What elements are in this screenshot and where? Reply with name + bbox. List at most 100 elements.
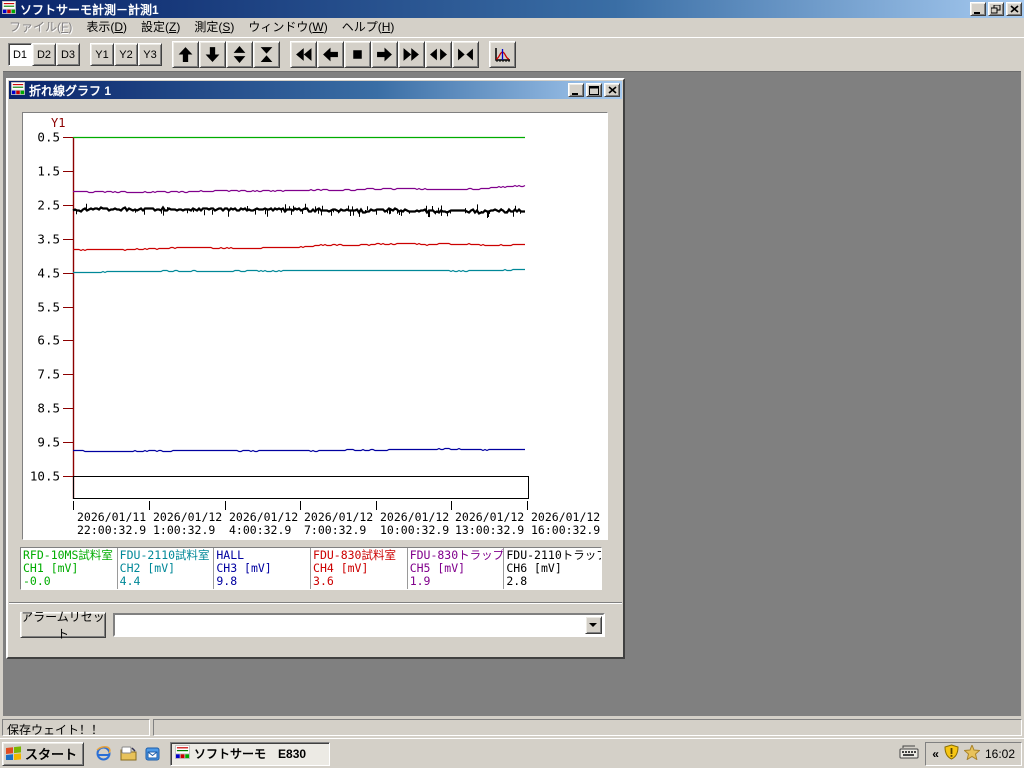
toolbar-group: Y1Y2Y3 bbox=[90, 43, 162, 66]
graph-maximize-button[interactable] bbox=[586, 83, 602, 97]
app-icon bbox=[175, 745, 190, 762]
y-tick-label: 9.5 bbox=[37, 435, 60, 450]
toolbar-expand-vertical-icon[interactable] bbox=[226, 41, 253, 68]
menu-h[interactable]: ヘルプ(H) bbox=[335, 17, 402, 36]
toolbar-move-down-icon[interactable] bbox=[199, 41, 226, 68]
y-tick-label: 2.5 bbox=[37, 198, 60, 213]
channel-value: -0.0 bbox=[23, 575, 115, 588]
x-tick-date: 2026/01/12 bbox=[304, 510, 373, 524]
toolbar-step-left-icon[interactable] bbox=[317, 41, 344, 68]
toolbar-stop-icon[interactable] bbox=[344, 41, 371, 68]
toolbar-button-y1[interactable]: Y1 bbox=[90, 43, 114, 66]
quick-launch bbox=[94, 745, 162, 763]
status-message: 保存ウェイト！！ bbox=[7, 723, 103, 736]
channel-legend: RFD-10MS試料室CH1 [mV]-0.0FDU-2110試料室CH2 [m… bbox=[20, 547, 602, 590]
x-tick-date: 2026/01/12 bbox=[153, 510, 222, 524]
legend-channel-6: FDU-2110トラップCH6 [mV]2.8 bbox=[504, 548, 601, 589]
toolbar-button-d1[interactable]: D1 bbox=[8, 43, 32, 66]
x-tick-time: 22:00:32.9 bbox=[77, 523, 146, 537]
toolbar-step-right-icon[interactable] bbox=[371, 41, 398, 68]
combobox-dropdown-button[interactable] bbox=[585, 616, 602, 634]
taskbar-app-button[interactable]: ソフトサーモ E830 bbox=[170, 742, 330, 766]
toolbar-group: D1D2D3 bbox=[8, 43, 80, 66]
alarm-reset-button[interactable]: アラームリセット bbox=[20, 612, 106, 638]
x-tick-time: 4:00:32.9 bbox=[229, 523, 291, 537]
y-tick-label: 4.5 bbox=[37, 266, 60, 281]
start-button[interactable]: スタート bbox=[2, 742, 84, 766]
x-tick-time: 1:00:32.9 bbox=[153, 523, 215, 537]
toolbar-move-up-icon[interactable] bbox=[172, 41, 199, 68]
show-desktop-icon[interactable] bbox=[119, 745, 137, 763]
y-tick-label: 0.5 bbox=[37, 130, 60, 145]
x-tick-time: 13:00:32.9 bbox=[455, 523, 524, 537]
channel-value: 1.9 bbox=[410, 575, 502, 588]
tray-chevron[interactable]: « bbox=[932, 747, 939, 761]
toolbar-expand-horizontal-icon[interactable] bbox=[425, 41, 452, 68]
channel-value: 3.6 bbox=[313, 575, 405, 588]
star-icon[interactable] bbox=[964, 745, 980, 763]
y-tick-label: 10.5 bbox=[30, 469, 60, 484]
y-tick-label: 5.5 bbox=[37, 300, 60, 315]
series-ch5 bbox=[73, 186, 525, 193]
menu-w[interactable]: ウィンドウ(W) bbox=[241, 17, 334, 36]
menu-bar: ファイル(F)表示(D)設定(Z)測定(S)ウィンドウ(W)ヘルプ(H) bbox=[0, 18, 1024, 36]
menu-d[interactable]: 表示(D) bbox=[79, 17, 134, 36]
series-ch4 bbox=[73, 244, 525, 251]
taskbar-app-label: ソフトサーモ E830 bbox=[194, 745, 306, 762]
menu-s[interactable]: 測定(S) bbox=[187, 17, 241, 36]
taskbar: スタート ソフトサーモ E830 « 16:02 bbox=[0, 738, 1024, 768]
toolbar-graph-settings-icon[interactable] bbox=[489, 41, 516, 68]
divider bbox=[9, 602, 622, 604]
alarm-combobox[interactable] bbox=[113, 613, 605, 637]
keyboard-icon[interactable] bbox=[899, 745, 919, 762]
toolbar-fast-rewind-icon[interactable] bbox=[290, 41, 317, 68]
toolbar-button-y2[interactable]: Y2 bbox=[114, 43, 138, 66]
toolbar: D1D2D3 Y1Y2Y3 bbox=[0, 37, 1024, 71]
menu-f[interactable]: ファイル(F) bbox=[2, 17, 79, 36]
x-tick-time: 16:00:32.9 bbox=[531, 523, 600, 537]
y-tick-label: 7.5 bbox=[37, 367, 60, 382]
toolbar-fast-forward-icon[interactable] bbox=[398, 41, 425, 68]
toolbar-compress-horizontal-icon[interactable] bbox=[452, 41, 479, 68]
restore-button[interactable] bbox=[988, 2, 1004, 16]
system-tray: « 16:02 bbox=[925, 742, 1022, 766]
x-tick-date: 2026/01/11 bbox=[77, 510, 146, 524]
screen: { "window": { "title": "ソフトサーモ計測－計測1" },… bbox=[0, 0, 1024, 768]
series-ch2 bbox=[73, 270, 525, 273]
security-shield-icon[interactable] bbox=[944, 744, 959, 763]
app-icon bbox=[11, 82, 25, 98]
graph-window-titlebar: 折れ線グラフ 1 bbox=[9, 81, 622, 99]
y-tick-label: 3.5 bbox=[37, 232, 60, 247]
windows-logo-icon bbox=[6, 745, 22, 763]
graph-close-button[interactable] bbox=[604, 83, 620, 97]
alarm-combobox-value bbox=[115, 615, 584, 635]
y-axis-label: Y1 bbox=[51, 116, 65, 130]
graph-window: 折れ線グラフ 1 Y10.51.52.53.54.55.56.57.58.59.… bbox=[6, 78, 625, 659]
legend-channel-5: FDU-830トラップCH5 [mV]1.9 bbox=[408, 548, 505, 589]
x-tick-time: 7:00:32.9 bbox=[304, 523, 366, 537]
status-message-panel: 保存ウェイト！！ bbox=[2, 719, 150, 736]
internet-explorer-icon[interactable] bbox=[94, 745, 112, 763]
channel-value: 4.4 bbox=[120, 575, 212, 588]
series-ch6 bbox=[73, 208, 525, 214]
y-tick-label: 1.5 bbox=[37, 164, 60, 179]
toolbar-button-d3[interactable]: D3 bbox=[56, 43, 80, 66]
line-chart: Y10.51.52.53.54.55.56.57.58.59.510.52026… bbox=[23, 113, 607, 539]
close-button[interactable] bbox=[1006, 2, 1022, 16]
toolbar-button-y3[interactable]: Y3 bbox=[138, 43, 162, 66]
graph-minimize-button[interactable] bbox=[568, 83, 584, 97]
channel-value: 9.8 bbox=[216, 575, 308, 588]
window-title: ソフトサーモ計測－計測1 bbox=[20, 1, 968, 18]
outlook-express-icon[interactable] bbox=[144, 745, 162, 763]
y-tick-label: 8.5 bbox=[37, 401, 60, 416]
menu-z[interactable]: 設定(Z) bbox=[134, 17, 187, 36]
legend-channel-1: RFD-10MS試料室CH1 [mV]-0.0 bbox=[21, 548, 118, 589]
toolbar-group bbox=[489, 41, 516, 68]
toolbar-button-d2[interactable]: D2 bbox=[32, 43, 56, 66]
minimize-button[interactable] bbox=[970, 2, 986, 16]
status-secondary-panel bbox=[153, 719, 1022, 736]
graph-window-title: 折れ線グラフ 1 bbox=[29, 82, 566, 99]
toolbar-compress-vertical-icon[interactable] bbox=[253, 41, 280, 68]
x-tick-time: 10:00:32.9 bbox=[380, 523, 449, 537]
main-titlebar: ソフトサーモ計測－計測1 bbox=[0, 0, 1024, 18]
